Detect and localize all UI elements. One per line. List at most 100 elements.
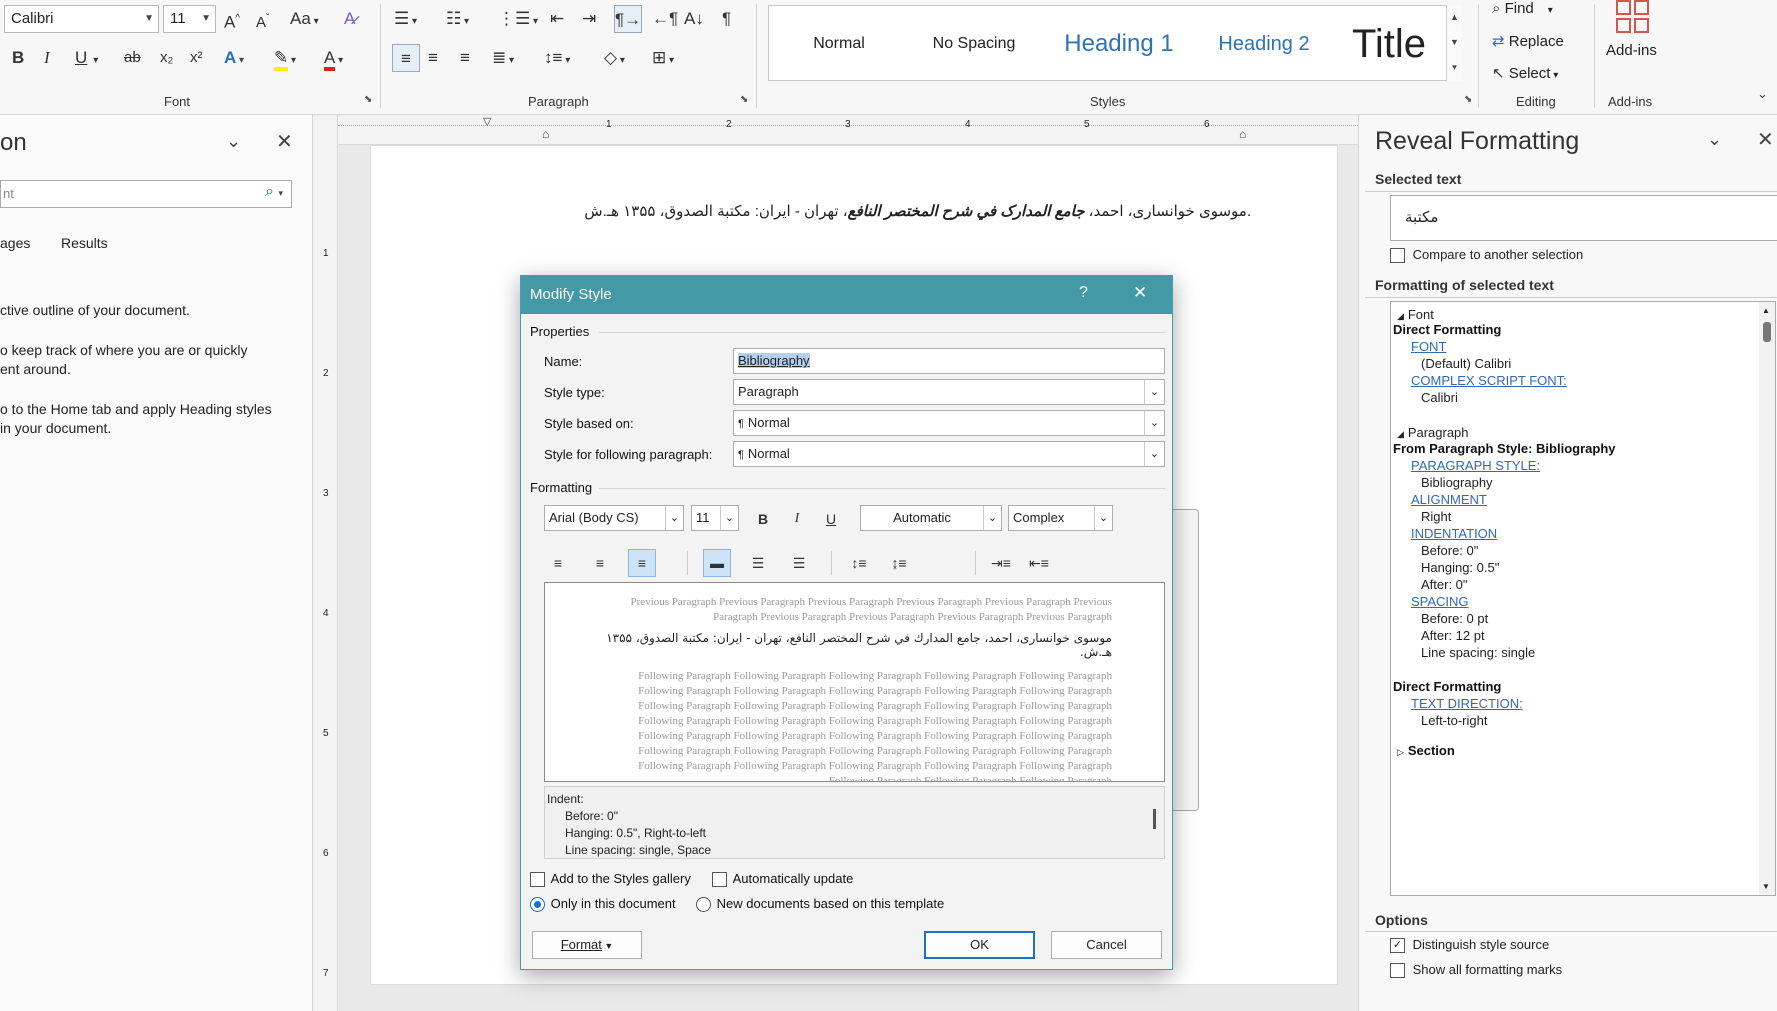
font-size-combobox[interactable]: 11 ▼ [163, 5, 216, 33]
decrease-indent-icon[interactable]: ⇤≡ [1025, 549, 1053, 577]
shading-icon[interactable]: ◇ ▾ [604, 44, 625, 72]
script-select[interactable]: Complex ⌄ [1008, 505, 1113, 531]
bold-button[interactable]: B [12, 44, 24, 72]
one-half-spacing-icon[interactable]: ☰ [744, 549, 772, 577]
bold-button[interactable]: B [749, 505, 777, 533]
bullets-icon[interactable]: ☰ ▾ [394, 5, 417, 33]
select-button[interactable]: ↖ Select ▾ [1492, 64, 1558, 82]
superscript-button[interactable]: x² [190, 44, 203, 72]
size-select[interactable]: 11 ⌄ [691, 505, 739, 531]
rtl-direction-icon[interactable]: ←¶ [652, 5, 678, 33]
align-left-icon[interactable]: ≡ [392, 44, 420, 72]
checkbox-checked[interactable]: ✓ [1390, 938, 1405, 954]
underline-button[interactable]: U [817, 505, 845, 533]
increase-spacing-icon[interactable]: ↕≡ [845, 549, 873, 577]
align-center-icon[interactable]: ≡ [586, 549, 614, 577]
cancel-button[interactable]: Cancel [1051, 931, 1162, 959]
style-title[interactable]: Title [1334, 6, 1444, 82]
style-normal[interactable]: Normal [779, 6, 899, 82]
align-right-icon[interactable]: ≡ [460, 44, 470, 72]
checkbox[interactable] [1390, 963, 1405, 979]
align-left-icon[interactable]: ≡ [544, 549, 572, 577]
highlight-color-icon[interactable]: ✎ ▾ [274, 44, 296, 72]
checkbox[interactable] [1390, 248, 1405, 264]
based-on-select[interactable]: ¶ Normal ⌄ [733, 410, 1165, 436]
scrollbar[interactable]: ▲ ▼ [1759, 302, 1775, 895]
paragraph-style-link[interactable]: PARAGRAPH STYLE: [1411, 458, 1540, 473]
paragraph-dialog-launcher-icon[interactable]: ⬊ [740, 94, 748, 105]
alignment-link[interactable]: ALIGNMENT [1411, 492, 1487, 507]
tab-pages[interactable]: ages [0, 235, 30, 251]
increase-indent-icon[interactable]: ⇥≡ [987, 549, 1015, 577]
addins-icon[interactable] [1616, 0, 1650, 34]
style-heading-2[interactable]: Heading 2 [1194, 6, 1334, 82]
first-line-indent-marker[interactable]: ▽ [483, 115, 491, 128]
borders-icon[interactable]: ⊞ ▾ [652, 44, 674, 72]
show-marks-icon[interactable]: ¶ [722, 5, 731, 33]
double-spacing-icon[interactable]: ☰ [785, 549, 813, 577]
decrease-indent-icon[interactable]: ⇤ [550, 5, 564, 33]
styles-scroll[interactable]: ▲ ▼ ▾ [1446, 5, 1462, 81]
close-button[interactable]: ✕ [1133, 283, 1147, 303]
font-link[interactable]: FONT [1411, 339, 1446, 354]
text-effects-icon[interactable]: A ▾ [224, 44, 244, 72]
auto-update-checkbox[interactable]: Automatically update [712, 871, 853, 888]
justify-icon[interactable]: ≣ ▾ [492, 44, 514, 72]
find-button[interactable]: ⌕ Find ▾ [1492, 0, 1553, 17]
collapse-ribbon-icon[interactable]: ⌄ [1757, 86, 1768, 102]
style-heading-1[interactable]: Heading 1 [1044, 6, 1194, 82]
italic-button[interactable]: I [783, 505, 811, 533]
tab-results[interactable]: Results [61, 235, 108, 251]
close-icon[interactable]: ✕ [276, 129, 293, 154]
single-spacing-icon[interactable]: ▬ [703, 549, 731, 577]
bibliography-entry[interactable]: .موسوی خوانساری، احمد، جامع المدارک في ش… [471, 202, 1251, 220]
grow-font-button[interactable]: A^ [224, 5, 240, 33]
increase-indent-icon[interactable]: ⇥ [582, 5, 596, 33]
styles-dialog-launcher-icon[interactable]: ⬊ [1464, 94, 1472, 105]
hanging-indent-marker[interactable]: ⌂ [542, 127, 549, 141]
line-spacing-icon[interactable]: ↕≡ ▾ [544, 44, 570, 72]
close-icon[interactable]: ✕ [1757, 127, 1774, 152]
scrollbar[interactable] [1153, 809, 1156, 829]
clear-formatting-icon[interactable]: A̷ [344, 5, 355, 33]
complex-script-font-link[interactable]: COMPLEX SCRIPT FONT: [1411, 373, 1567, 388]
decrease-spacing-icon[interactable]: ↨≡ [885, 549, 913, 577]
chevron-down-icon[interactable]: ⌄ [1707, 129, 1722, 150]
italic-button[interactable]: I [44, 44, 50, 72]
show-formatting-marks-checkbox[interactable]: Show all formatting marks [1390, 962, 1562, 979]
ok-button[interactable]: OK [924, 931, 1035, 959]
font-select[interactable]: Arial (Body CS) ⌄ [544, 505, 684, 531]
following-style-select[interactable]: ¶ Normal ⌄ [733, 441, 1165, 467]
numbering-icon[interactable]: ☷ ▾ [446, 5, 469, 33]
addins-button[interactable]: Add-ins [1606, 42, 1657, 59]
style-name-input[interactable]: Bibliography [733, 348, 1165, 374]
add-to-gallery-checkbox[interactable]: Add to the Styles gallery [530, 871, 691, 888]
multilevel-list-icon[interactable]: ⋮☰ ▾ [498, 5, 538, 33]
shrink-font-button[interactable]: Aˇ [256, 5, 269, 33]
text-direction-link[interactable]: TEXT DIRECTION: [1411, 696, 1523, 711]
font-dialog-launcher-icon[interactable]: ⬊ [364, 94, 372, 105]
spacing-link[interactable]: SPACING [1411, 594, 1469, 609]
chevron-down-icon[interactable]: ⌄ [226, 131, 241, 152]
indentation-link[interactable]: INDENTATION [1411, 526, 1497, 541]
navpane-search-input[interactable]: nt ⌕ ▾ [0, 180, 292, 208]
compare-checkbox[interactable]: Compare to another selection [1390, 247, 1583, 264]
align-center-icon[interactable]: ≡ [428, 44, 438, 72]
font-color-select[interactable]: Automatic ⌄ [860, 505, 1002, 531]
align-right-icon[interactable]: ≡ [628, 549, 656, 577]
radio[interactable] [696, 897, 711, 913]
font-name-combobox[interactable]: Calibri ▼ [4, 5, 159, 33]
format-button[interactable]: Format ▼ [532, 931, 642, 959]
change-case-button[interactable]: Aa ▾ [290, 5, 319, 33]
right-indent-marker[interactable]: ⌂ [1239, 127, 1246, 141]
paragraph-section[interactable]: ◢ Paragraph [1397, 424, 1469, 440]
strikethrough-button[interactable]: ab [124, 44, 141, 72]
replace-button[interactable]: ⇄ Replace [1492, 32, 1564, 50]
underline-button[interactable]: U ▾ [75, 44, 98, 72]
radio-selected[interactable] [530, 897, 545, 913]
help-button[interactable]: ? [1079, 284, 1088, 302]
font-section[interactable]: ◢ Font [1397, 306, 1434, 322]
checkbox[interactable] [530, 872, 545, 888]
new-documents-radio[interactable]: New documents based on this template [696, 896, 944, 913]
distinguish-style-checkbox[interactable]: ✓ Distinguish style source [1390, 937, 1549, 954]
